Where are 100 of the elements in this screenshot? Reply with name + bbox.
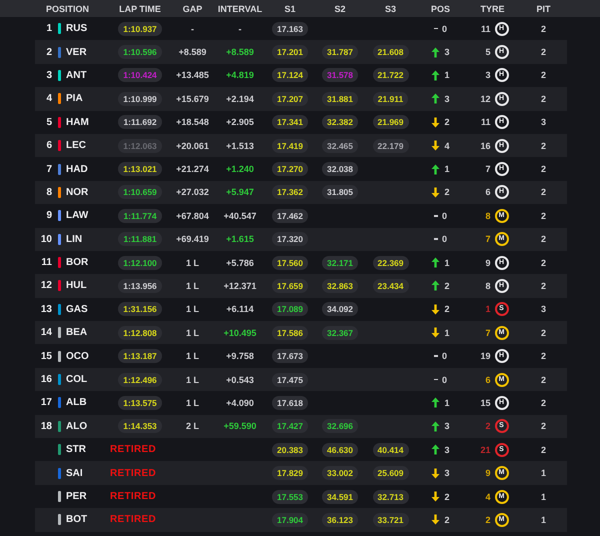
pit-stops: 2	[540, 210, 546, 221]
driver-code: OCO	[66, 350, 89, 362]
driver-code: HAD	[66, 164, 88, 175]
sector-time: 32.863	[322, 278, 358, 293]
interval-value: +5.786	[226, 258, 254, 268]
column-header: S1	[283, 4, 296, 14]
position-number: 14	[40, 327, 52, 338]
interval-value: -	[238, 24, 242, 34]
lap-time: 1:10.937	[118, 22, 162, 36]
position-number: 17	[40, 397, 52, 408]
driver-code: LIN	[66, 234, 82, 245]
column-header: POS	[430, 4, 451, 14]
gap-value: +13.485	[176, 70, 209, 80]
position-change: 1	[444, 258, 450, 268]
sector-time: 40.414	[372, 442, 408, 457]
sector-time: 31.578	[322, 68, 358, 82]
sector-time: 17.475	[272, 372, 308, 387]
gap-value: +67.804	[176, 210, 209, 221]
pit-stops: 2	[540, 187, 546, 198]
tyre-age: 5	[484, 47, 490, 58]
tyre-age: 11	[480, 24, 490, 34]
sector-time: 17.124	[272, 68, 308, 82]
position-number: 2	[45, 46, 52, 58]
column-header: GAP	[182, 4, 204, 14]
sector-time: 32.382	[322, 115, 358, 130]
driver-code: VER	[66, 46, 87, 58]
position-change: 2	[444, 187, 450, 198]
sector-time: 21.969	[372, 115, 408, 130]
column-header: TYRE	[479, 4, 506, 14]
sector-time: 17.341	[272, 115, 308, 130]
sector-time: 17.553	[272, 490, 308, 504]
sector-time: 17.089	[272, 302, 308, 316]
sector-time: 34.092	[322, 302, 358, 316]
tyre-age: 19	[479, 351, 490, 362]
tyre-age: 7	[484, 234, 490, 244]
driver-code: BOR	[66, 257, 88, 268]
gap-value: +15.679	[176, 94, 209, 104]
lap-time: 1:14.353	[118, 419, 162, 434]
column-header: PIT	[535, 4, 552, 14]
position-number: 16	[40, 374, 52, 386]
sector-time: 34.591	[322, 490, 358, 504]
lap-time: 1:12.100	[118, 256, 162, 270]
lap-time: 1:10.659	[118, 185, 162, 200]
position-number: 15	[40, 350, 52, 362]
driver-code: GAS	[66, 304, 88, 315]
tyre-age: 3	[484, 70, 490, 80]
sector-time: 17.586	[272, 326, 308, 340]
position-change: 1	[444, 164, 450, 174]
column-header: POSITION	[44, 4, 90, 14]
driver-code: ALB	[66, 397, 87, 408]
position-change: 4	[444, 140, 450, 151]
interval-value: +0.543	[226, 374, 254, 385]
sector-time: 17.419	[272, 138, 308, 153]
sector-time: 17.163	[272, 22, 308, 36]
driver-code: COL	[66, 374, 88, 386]
tyre-age: 9	[484, 468, 490, 478]
pit-stops: 2	[540, 280, 546, 291]
position-change: 1	[444, 328, 450, 338]
retired-status: RETIRED	[110, 468, 156, 479]
position-number: 8	[45, 186, 52, 198]
sector-time: 17.427	[272, 419, 308, 434]
sector-time: 22.179	[372, 138, 408, 153]
position-change: 2	[444, 514, 450, 525]
tyre-age: 16	[479, 140, 490, 151]
position-change: 3	[444, 94, 450, 104]
lap-time: 1:10.999	[118, 92, 162, 106]
sector-time: 33.002	[322, 466, 358, 480]
sector-time: 21.608	[372, 45, 408, 60]
sector-time: 17.659	[272, 278, 308, 293]
position-number: 12	[40, 280, 52, 292]
sector-time: 36.123	[322, 512, 358, 527]
position-number: 4	[45, 93, 52, 104]
tyre-age: 11	[480, 117, 490, 128]
pit-stops: 2	[540, 24, 546, 34]
driver-code: ANT	[66, 70, 87, 81]
sector-time: 31.805	[322, 185, 358, 200]
interval-value: +1.615	[226, 234, 254, 244]
pit-stops: 2	[540, 140, 546, 151]
position-number: 1	[45, 23, 52, 34]
gap-value: 2 L	[186, 421, 199, 432]
pit-stops: 2	[540, 374, 546, 385]
position-change: 0	[442, 351, 447, 362]
interval-value: +1.240	[226, 164, 254, 174]
gap-value: 1 L	[186, 328, 199, 338]
tyre-age: 9	[484, 258, 490, 268]
column-header: INTERVAL	[216, 4, 264, 14]
sector-time: 33.721	[372, 512, 408, 527]
lap-time: 1:11.692	[118, 115, 162, 130]
interval-value: +2.905	[226, 117, 254, 128]
sector-time: 17.201	[272, 45, 308, 60]
gap-value: 1 L	[186, 374, 199, 385]
gap-value: +18.548	[176, 117, 209, 128]
lap-time: 1:13.021	[118, 162, 162, 176]
retired-status: RETIRED	[110, 491, 156, 502]
position-change: 0	[442, 24, 447, 34]
tyre-age: 21	[479, 444, 490, 455]
sector-time: 25.609	[372, 466, 408, 480]
sector-time: 20.383	[272, 442, 308, 457]
lap-time: 1:10.424	[118, 68, 162, 82]
sector-time: 23.434	[372, 278, 408, 293]
